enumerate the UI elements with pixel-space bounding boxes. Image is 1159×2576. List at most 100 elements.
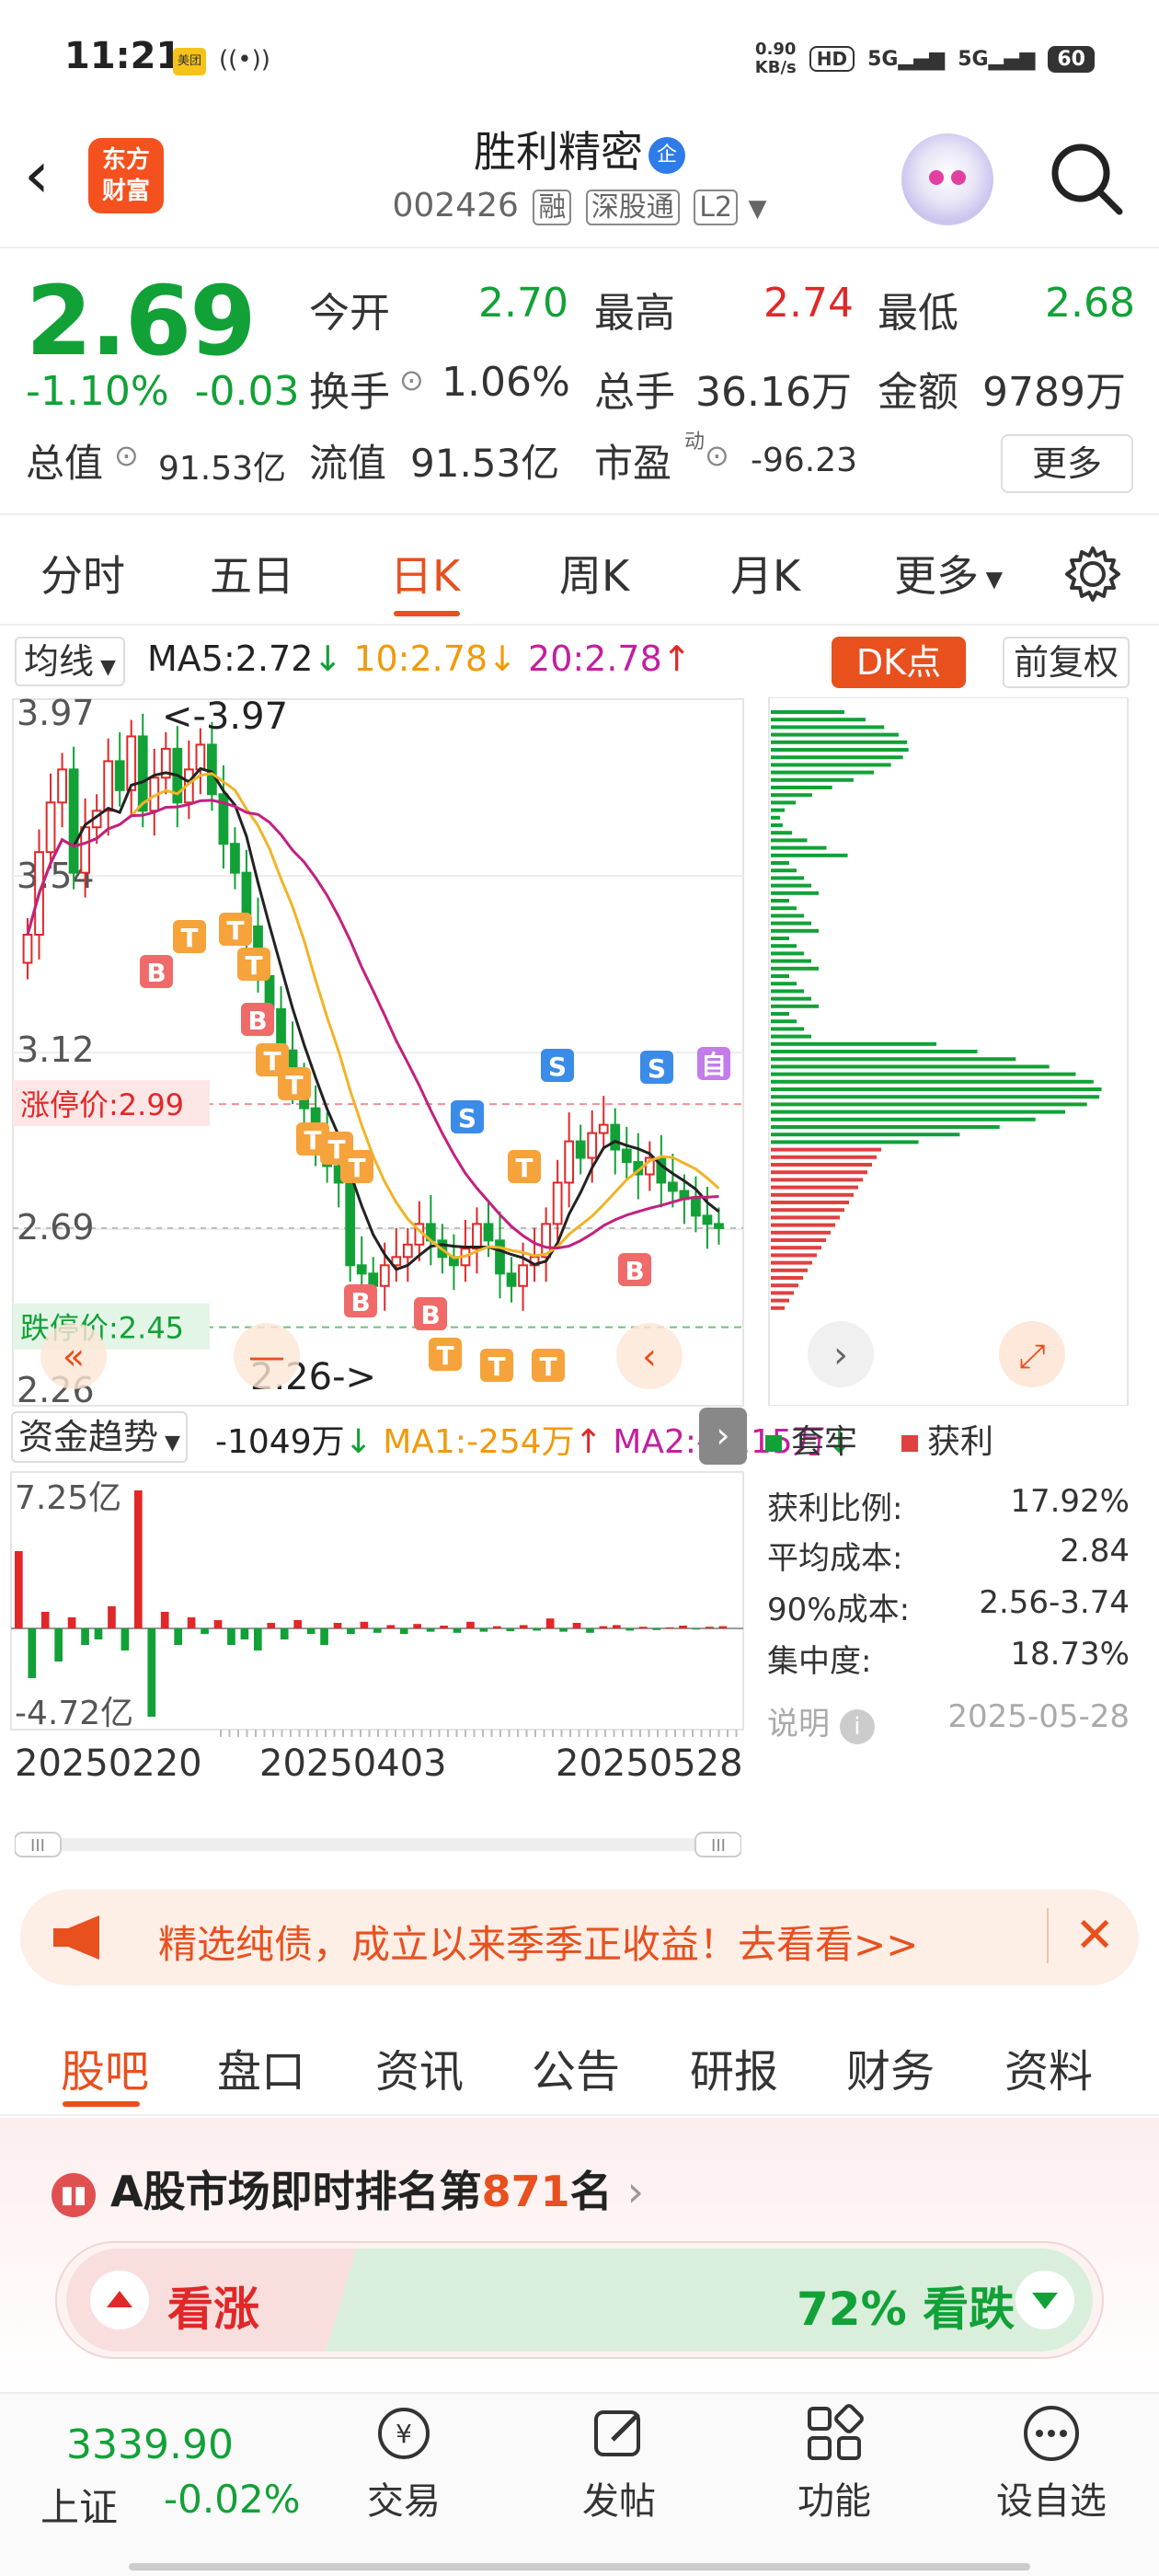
chip-bar — [771, 921, 811, 926]
fund-bar — [453, 1628, 462, 1633]
tab-finance[interactable]: 财务 — [846, 2035, 935, 2099]
chip-bar — [771, 777, 854, 782]
dk-point-button[interactable]: DK点 — [832, 637, 966, 688]
svg-text:III: III — [30, 1836, 45, 1856]
chip-bar — [771, 1260, 812, 1265]
info-icon[interactable]: ⊙ — [399, 362, 424, 397]
tab-announcement[interactable]: 公告 — [532, 2035, 620, 2099]
indicator-selector[interactable]: 均线 ▼ — [15, 637, 125, 686]
signal-marker-label: B — [247, 1006, 267, 1036]
chip-bar — [771, 1117, 1036, 1121]
chip-distribution-chart[interactable]: › ⤢ — [763, 697, 1131, 1406]
status-bar: 11:21 美团 ((•)) 0.90 KB/s HD 5G▂▄▆ 5G▂▄▆ 6… — [0, 0, 1159, 120]
explain-link[interactable]: 说明 i — [767, 1698, 875, 1744]
candle-body — [103, 760, 114, 812]
fund-bar — [213, 1620, 223, 1628]
net-speed: 0.90 KB/s — [754, 40, 797, 77]
adjust-selector[interactable]: 前复权 — [1003, 637, 1130, 688]
tab-five-day[interactable]: 五日 — [210, 543, 294, 604]
fund-bar — [545, 1618, 555, 1628]
gear-icon[interactable] — [1063, 545, 1122, 604]
tab-profile[interactable]: 资料 — [1004, 2035, 1093, 2099]
fund-trend-selector[interactable]: 资金趋势 ▼ — [11, 1411, 188, 1463]
tab-monthly-k[interactable]: 月K — [730, 543, 800, 604]
tab-guba[interactable]: 股吧 — [61, 2035, 149, 2099]
chip-bar — [771, 1102, 1087, 1107]
candle-body — [137, 735, 148, 812]
nav-trade[interactable]: ¥ 交易 — [335, 2401, 473, 2524]
market-rank[interactable]: ▮▮ A股市场即时排名第871名 › — [52, 2158, 644, 2219]
chip-bar — [771, 755, 903, 760]
price-change: -1.10% -0.03 — [26, 368, 300, 415]
tab-daily-k[interactable]: 日K — [390, 543, 460, 604]
fund-bar — [360, 1621, 369, 1628]
fund-bar — [160, 1612, 169, 1628]
tag-l2: L2 — [694, 190, 739, 225]
y-tick-label: 3.97 — [17, 693, 95, 733]
candle-body — [68, 768, 79, 874]
expand-icon: ⤢ — [1019, 1338, 1046, 1375]
tab-research[interactable]: 研报 — [690, 2035, 778, 2099]
fund-bar — [15, 1551, 23, 1628]
tab-minute[interactable]: 分时 — [40, 543, 125, 604]
robot-assistant-avatar[interactable] — [901, 133, 993, 225]
candle-body — [402, 1243, 413, 1259]
chip-bar — [771, 815, 781, 820]
chip-bar — [771, 763, 891, 767]
info-icon[interactable]: ⊙ — [705, 438, 729, 473]
limit-up-label: 涨停价:2.99 — [20, 1087, 184, 1122]
info-icon[interactable]: ⊙ — [114, 438, 139, 473]
open-value: 2.70 — [478, 280, 568, 327]
chevron-right-icon[interactable]: › — [699, 1408, 747, 1465]
chip-bar — [771, 808, 785, 812]
nav-watchlist[interactable]: 设自选 — [982, 2401, 1120, 2524]
signal-marker-label: T — [539, 1351, 557, 1382]
pe-label: 市盈 — [594, 441, 672, 486]
pe-value: -96.23 — [751, 442, 858, 479]
close-icon[interactable]: ✕ — [1047, 1908, 1115, 1963]
candle-body — [506, 1272, 517, 1287]
chip-bar — [771, 1246, 821, 1250]
nav-post[interactable]: 发帖 — [550, 2401, 688, 2524]
date-start: 20250220 — [15, 1742, 202, 1785]
tab-more[interactable]: 更多 ▼ — [894, 543, 1003, 604]
kline-chart[interactable]: 涨停价:2.99跌停价:2.453.973.543.122.692.26<-3.… — [0, 688, 754, 1415]
tab-pankou[interactable]: 盘口 — [217, 2035, 305, 2099]
arrow-down-icon[interactable] — [1016, 2271, 1074, 2329]
index-name: 上证 — [40, 2485, 119, 2530]
fund-bar — [679, 1626, 687, 1628]
more-dots-icon — [1024, 2406, 1079, 2461]
fund-bar — [599, 1626, 608, 1628]
chip-bar — [771, 989, 804, 994]
chip-bar — [771, 1170, 867, 1175]
index-value[interactable]: 3339.90 — [66, 2421, 234, 2468]
fund-bar — [67, 1617, 76, 1628]
chip-bar — [771, 914, 804, 918]
amount-value: 9789万 — [982, 369, 1126, 416]
chip-bar — [771, 1223, 835, 1227]
chip-bar — [771, 937, 789, 940]
chip-bar — [771, 1230, 831, 1235]
candle-body — [80, 826, 91, 874]
fund-value: -1049万 — [215, 1423, 345, 1461]
ma10-value: 10:2.78 — [353, 638, 488, 679]
fund-trend-chart[interactable]: 7.25亿 -4.72亿 — [0, 1470, 754, 1737]
chip-bar — [771, 1012, 789, 1016]
nav-functions[interactable]: 功能 — [765, 2401, 903, 2524]
range-scrollbar[interactable]: III III — [15, 1831, 741, 1858]
signal-marker-label: B — [420, 1300, 440, 1330]
tab-news[interactable]: 资讯 — [375, 2035, 464, 2099]
chip-bar — [771, 1283, 798, 1288]
fund-bar — [426, 1628, 435, 1632]
search-icon[interactable] — [1044, 136, 1127, 219]
signal-marker-label: T — [488, 1351, 505, 1382]
tab-weekly-k[interactable]: 周K — [559, 543, 629, 604]
arrow-up-icon[interactable] — [90, 2271, 149, 2329]
current-price: 2.69 — [26, 265, 257, 377]
chip-bar — [771, 1276, 803, 1280]
promo-banner[interactable]: 精选纯债，成立以来季季正收益！去看看>> ✕ — [20, 1890, 1139, 1985]
more-button[interactable]: 更多 — [1001, 434, 1133, 493]
candle-body — [691, 1198, 701, 1217]
chip-bar — [771, 1201, 849, 1204]
chip-bar — [771, 740, 908, 744]
